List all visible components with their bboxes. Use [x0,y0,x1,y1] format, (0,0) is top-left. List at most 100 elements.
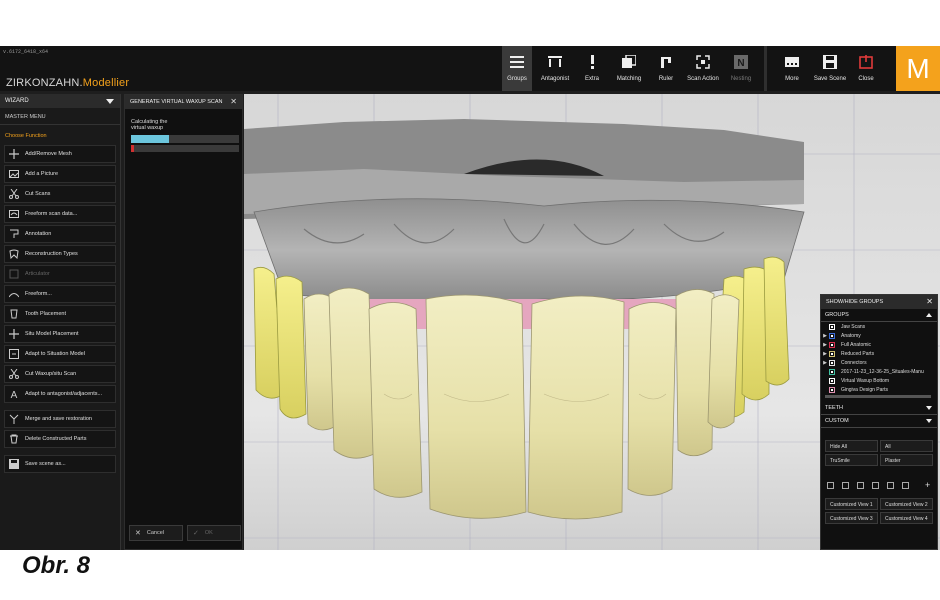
matching-icon [621,54,637,70]
checkbox-dot-icon [831,388,833,391]
teeth-section-header[interactable]: TEETH [821,402,937,415]
view-preset-icon[interactable] [902,481,909,489]
ruler-button[interactable]: Ruler [652,46,680,91]
wizard-item-freeform[interactable]: Freeform... [4,285,116,303]
checkbox-dot-icon [831,379,833,382]
expand-arrow-icon[interactable]: ▶ [821,360,829,366]
hide-all-button[interactable]: Hide All [825,440,878,452]
wizard-item-delete-parts[interactable]: Delete Constructed Parts [4,430,116,448]
view-preset-icon[interactable] [887,481,894,489]
group-label: Reduced Parts [841,350,875,357]
group-row[interactable]: ▶ Reduced Parts [821,349,937,358]
wizard-item-annotation[interactable]: Annotation [4,225,116,243]
wizard-item-cut-scans[interactable]: Cut Scans [4,185,116,203]
scrollbar[interactable] [825,395,931,398]
ok-button[interactable]: ✓ OK [187,525,241,541]
more-button[interactable]: More [778,46,806,91]
toolbar-divider [764,46,767,91]
add-view-icon[interactable]: + [925,480,930,490]
custom-section-header[interactable]: CUSTOM [821,415,937,428]
wizard-item-adapt-antagonist[interactable]: A Adapt to antagonist/adjacents... [4,385,116,403]
checkbox-dot-icon [831,361,833,364]
wizard-item-label: Articulator [25,271,50,277]
groups-button[interactable]: Groups [502,46,532,91]
customized-view-3-button[interactable]: Customized View 3 [825,512,878,524]
show-all-button[interactable]: All [880,440,933,452]
view-preset-icon[interactable] [827,481,834,489]
trusmile-button[interactable]: TruSmile [825,454,878,466]
group-row[interactable]: Jaw Scans [821,322,937,331]
wizard-item-add-picture[interactable]: Add a Picture [4,165,116,183]
close-icon[interactable]: ✕ [230,95,237,109]
visibility-checkbox[interactable] [829,386,835,393]
cancel-button[interactable]: ✕ Cancel [129,525,183,541]
wizard-item-merge-save[interactable]: Merge and save restoration [4,410,116,428]
tooth-placement-icon [8,308,20,320]
tooth-icon [8,248,20,260]
view-preset-icon[interactable] [857,481,864,489]
nesting-label: Nesting [730,76,752,82]
customized-view-2-button[interactable]: Customized View 2 [880,498,933,510]
group-label: Connectors [841,359,867,366]
visibility-checkbox[interactable] [829,350,835,357]
view-preset-icon[interactable] [842,481,849,489]
expand-arrow-icon[interactable]: ▶ [821,351,829,357]
visibility-checkbox[interactable] [829,323,835,330]
nesting-button[interactable]: N Nesting [726,46,756,91]
customized-view-1-button[interactable]: Customized View 1 [825,498,878,510]
visibility-checkbox[interactable] [829,332,835,339]
group-row[interactable]: ▶ Anatomy [821,331,937,340]
antagonist-button[interactable]: Antagonist [536,46,574,91]
trash-icon [8,433,20,445]
wizard-header[interactable]: WIZARD [0,94,120,108]
wizard-item-situ-model-placement[interactable]: Situ Model Placement [4,325,116,343]
close-button[interactable]: Close [852,46,880,91]
groups-section-header[interactable]: GROUPS [821,309,937,322]
progress-fill [131,135,169,143]
wizard-item-label: Delete Constructed Parts [25,436,87,442]
matching-button[interactable]: Matching [612,46,646,91]
move-icon [8,328,20,340]
wizard-item-tooth-placement[interactable]: Tooth Placement [4,305,116,323]
brand-accent: Modellier [82,77,130,89]
group-row[interactable]: Virtual Waxup Bottom [821,376,937,385]
group-row[interactable]: 2017-11-23_12-36-25_Situales-Manu [821,367,937,376]
customized-view-4-button[interactable]: Customized View 4 [880,512,933,524]
group-row[interactable]: Gingiva Design Parts [821,385,937,394]
wizard-title: WIZARD [5,98,29,104]
save-scene-button[interactable]: Save Scene [812,46,848,91]
progress-bar [131,135,239,143]
expand-arrow-icon[interactable]: ▶ [821,333,829,339]
wizard-item-reconstruction-types[interactable]: Reconstruction Types [4,245,116,263]
progress-fill-red [131,145,134,152]
visibility-checkbox[interactable] [829,359,835,366]
plus-cross-icon [8,148,20,160]
expand-arrow-icon[interactable]: ▶ [821,342,829,348]
extra-button[interactable]: Extra [578,46,606,91]
visibility-checkbox[interactable] [829,341,835,348]
group-row[interactable]: ▶ Connectors [821,358,937,367]
wizard-item-cut-waxup[interactable]: Cut Waxup/situ Scan [4,365,116,383]
more-label: More [785,76,799,82]
letter-a-icon: A [8,388,20,400]
wizard-item-freeform-scan-data[interactable]: Freeform scan data... [4,205,116,223]
visibility-checkbox[interactable] [829,377,835,384]
view-preset-icon[interactable] [872,481,879,489]
dropdown-arrow-icon [106,99,114,104]
wizard-item-add-remove-mesh[interactable]: Add/Remove Mesh [4,145,116,163]
visibility-checkbox[interactable] [829,368,835,375]
wizard-item-articulator[interactable]: Articulator [4,265,116,283]
groups-label: Groups [507,76,527,82]
scan-action-label: Scan Action [687,76,719,82]
close-icon[interactable]: ✕ [926,295,933,309]
wizard-item-label: Freeform... [25,291,52,297]
wizard-item-adapt-situation-model[interactable]: Adapt to Situation Model [4,345,116,363]
modellier-app: v.6172_6418_x64 ZIRKONZAHN.Modellier Gro… [0,46,940,550]
wizard-item-label: Tooth Placement [25,311,66,317]
scan-action-button[interactable]: Scan Action [684,46,722,91]
check-icon: ✓ [193,530,199,537]
master-menu[interactable]: MASTER MENU [0,110,120,125]
wizard-item-save-scene-as[interactable]: Save scene as... [4,455,116,473]
plaster-button[interactable]: Plaster [880,454,933,466]
group-row[interactable]: ▶ Full Anatomic [821,340,937,349]
